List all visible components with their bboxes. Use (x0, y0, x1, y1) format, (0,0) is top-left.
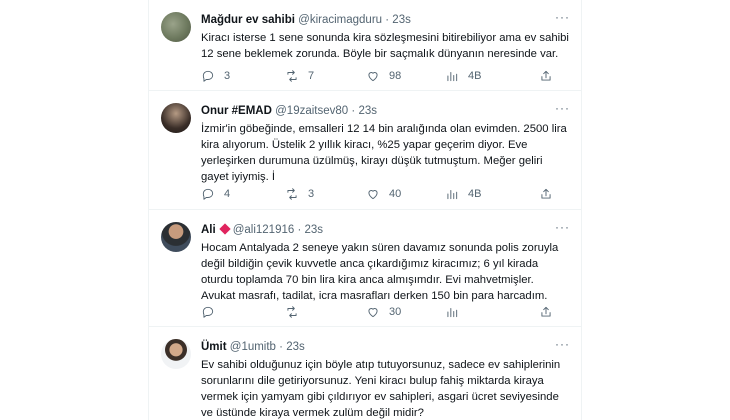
reply-icon (202, 306, 214, 318)
author-name[interactable]: Mağdur ev sahibi (201, 14, 295, 26)
tweet-text: Kiracı isterse 1 sene sonunda kira sözle… (201, 32, 569, 60)
retweet-button[interactable] (285, 304, 308, 320)
author-name[interactable]: Ümit (201, 341, 227, 353)
more-icon[interactable]: ··· (555, 338, 569, 353)
share-icon (541, 306, 551, 317)
like-count: 30 (389, 306, 402, 318)
reply-icon (202, 70, 214, 82)
reply-button[interactable]: 3 (201, 68, 230, 84)
tweet-header: Mağdur ev sahibi @kiracimagduru · 23s (201, 14, 411, 26)
views-button[interactable]: 4B (445, 186, 481, 202)
share-button[interactable] (539, 186, 562, 202)
tweet-header: Ali @ali121916 · 23s (201, 223, 324, 236)
reply-count: 4 (224, 188, 231, 200)
views-button[interactable]: 4B (445, 68, 481, 84)
author-handle[interactable]: @19zaitsev80 (275, 105, 348, 117)
tweet-actions: 4 3 40 4B (201, 186, 577, 202)
reply-icon (202, 188, 214, 200)
tweet[interactable]: Ali @ali121916 · 23s ··· Hocam Antalyada … (149, 210, 581, 327)
retweet-count: 7 (308, 70, 315, 82)
avatar[interactable] (161, 103, 191, 133)
share-icon (541, 188, 551, 199)
views-icon (447, 308, 458, 318)
tweet-header: Onur #EMAD @19zaitsev80 · 23s (201, 105, 377, 117)
avatar[interactable] (161, 339, 191, 369)
retweet-icon (287, 188, 297, 200)
retweet-icon (287, 70, 297, 82)
author-handle[interactable]: @1umitb (230, 341, 276, 353)
timestamp[interactable]: 23s (305, 224, 324, 236)
tweet[interactable]: Mağdur ev sahibi @kiracimagduru · 23s ··… (149, 0, 581, 91)
like-icon (368, 308, 378, 318)
retweet-button[interactable]: 7 (285, 68, 314, 84)
views-count: 4B (468, 70, 482, 82)
like-count: 98 (389, 70, 402, 82)
timeline: Mağdur ev sahibi @kiracimagduru · 23s ··… (148, 0, 582, 420)
tweet[interactable]: Onur #EMAD @19zaitsev80 · 23s ··· İzmir'… (149, 91, 581, 210)
share-icon (541, 70, 551, 81)
timestamp[interactable]: 23s (392, 14, 411, 26)
tweet-text: Ev sahibi olduğunuz için böyle atıp tutu… (201, 359, 561, 419)
like-icon (368, 190, 378, 200)
tweet[interactable]: Ümit @1umitb · 23s ··· Ev sahibi olduğun… (149, 327, 581, 420)
views-icon (447, 190, 458, 200)
like-count: 40 (389, 188, 402, 200)
views-icon (447, 72, 458, 82)
timestamp[interactable]: 23s (286, 341, 305, 353)
reply-count: 3 (224, 70, 231, 82)
tweet-actions: 30 (201, 304, 577, 320)
tweet-text: İzmir'in göbeğinde, emsalleri 12 14 bin … (201, 123, 567, 183)
avatar[interactable] (161, 222, 191, 252)
more-icon[interactable]: ··· (555, 11, 569, 26)
retweet-icon (287, 306, 297, 318)
like-icon (368, 72, 378, 82)
share-button[interactable] (539, 68, 562, 84)
tweet-header: Ümit @1umitb · 23s (201, 341, 305, 353)
like-button[interactable]: 40 (366, 186, 401, 202)
avatar[interactable] (161, 12, 191, 42)
like-button[interactable]: 30 (366, 304, 401, 320)
more-icon[interactable]: ··· (555, 102, 569, 117)
tweet-text: Hocam Antalyada 2 seneye yakın süren dav… (201, 242, 559, 302)
views-count: 4B (468, 188, 482, 200)
like-button[interactable]: 98 (366, 68, 401, 84)
author-name[interactable]: Onur #EMAD (201, 105, 272, 117)
retweet-count: 3 (308, 188, 315, 200)
more-icon[interactable]: ··· (555, 221, 569, 236)
views-button[interactable] (445, 304, 468, 320)
reply-button[interactable] (201, 304, 224, 320)
tweet-actions: 3 7 98 4B (201, 68, 577, 84)
timestamp[interactable]: 23s (358, 105, 377, 117)
badge-icon (219, 223, 231, 235)
author-name[interactable]: Ali (201, 224, 216, 236)
retweet-button[interactable]: 3 (285, 186, 314, 202)
author-handle[interactable]: @kiracimagduru (298, 14, 382, 26)
author-handle[interactable]: @ali121916 (233, 224, 295, 236)
share-button[interactable] (539, 304, 562, 320)
reply-button[interactable]: 4 (201, 186, 230, 202)
